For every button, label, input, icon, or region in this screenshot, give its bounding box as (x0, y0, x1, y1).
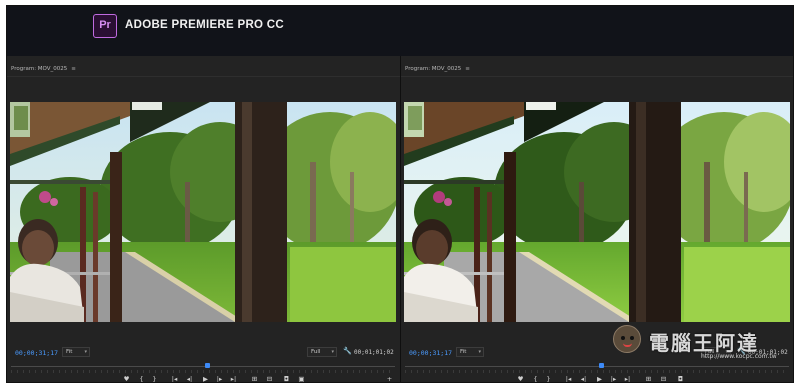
playhead-timecode[interactable]: 00;00;31;17 (15, 349, 58, 357)
go-to-in-button[interactable]: |◂ (564, 375, 573, 382)
export-frame-button[interactable]: ◘ (282, 375, 291, 382)
go-to-out-button[interactable]: ▸| (623, 375, 632, 382)
chevron-down-icon: ▾ (478, 349, 481, 355)
play-button[interactable]: ▶ (595, 375, 604, 382)
panel-tab[interactable]: Program: MOV_0025 ≡ (405, 66, 470, 72)
zoom-fit-value: Fit (66, 349, 73, 355)
playhead-timecode[interactable]: 00;00;31;17 (409, 349, 452, 357)
watermark-text: 電腦王阿達 (649, 331, 759, 355)
zoom-fit-select[interactable]: Fit ▾ (62, 347, 90, 357)
mark-out-button[interactable]: } (150, 375, 159, 382)
video-frame (10, 102, 396, 322)
compare-view-button[interactable]: ▣ (297, 375, 306, 382)
video-frame (404, 102, 790, 322)
scrub-bar[interactable] (11, 363, 395, 368)
add-marker-button[interactable]: ♥ (122, 375, 131, 382)
timecode-bar: 00;00;31;17 Fit ▾ Full ▾ 🔧 00;01;01;02 (7, 346, 400, 360)
playhead-icon[interactable] (598, 363, 604, 368)
app-title: ADOBE PREMIERE PRO CC (125, 19, 285, 31)
app-header: Pr ADOBE PREMIERE PRO CC (7, 6, 793, 56)
mascot-mouth (623, 343, 632, 347)
zoom-fit-select[interactable]: Fit ▾ (456, 347, 484, 357)
playhead-icon[interactable] (204, 363, 210, 368)
panel-menu-icon[interactable]: ≡ (465, 66, 470, 72)
scrub-ticks (11, 370, 395, 373)
mascot-eye (630, 336, 634, 340)
export-frame-button[interactable]: ◘ (676, 375, 685, 382)
insert-button[interactable]: ⊞ (250, 375, 259, 382)
chevron-down-icon: ▾ (84, 349, 87, 355)
watermark: 電腦王阿達 http://www.kocpc.com.tw (605, 323, 793, 363)
mark-out-button[interactable]: } (544, 375, 553, 382)
go-to-out-button[interactable]: ▸| (229, 375, 238, 382)
insert-button[interactable]: ⊞ (644, 375, 653, 382)
playback-resolution-select[interactable]: Full ▾ (307, 347, 337, 357)
video-frame-image (404, 102, 790, 322)
scrub-track[interactable] (11, 366, 395, 367)
overwrite-button[interactable]: ⊟ (659, 375, 668, 382)
program-monitor-left: Program: MOV_0025 ≡ 00;00;31;17 Fit ▾ Fu… (7, 56, 401, 382)
scrub-bar[interactable] (405, 363, 789, 368)
transport-controls: ♥ { } |◂ ◂| ▶ |▸ ▸| ⊞ ⊟ ◘ ▣ + (7, 375, 400, 382)
playback-resolution-value: Full (311, 349, 321, 355)
divider (7, 76, 400, 77)
panel-tab-label: Program: MOV_0025 (405, 66, 462, 72)
button-editor-button[interactable]: + (385, 375, 394, 382)
video-frame-image (10, 102, 396, 322)
panel-menu-icon[interactable]: ≡ (71, 66, 76, 72)
mascot-eye (621, 336, 625, 340)
play-button[interactable]: ▶ (201, 375, 210, 382)
step-forward-button[interactable]: |▸ (215, 375, 224, 382)
add-marker-button[interactable]: ♥ (516, 375, 525, 382)
mark-in-button[interactable]: { (137, 375, 146, 382)
transport-controls: ♥ { } |◂ ◂| ▶ |▸ ▸| ⊞ ⊟ ◘ (401, 375, 793, 382)
scrub-ticks (405, 370, 789, 373)
panel-tab[interactable]: Program: MOV_0025 ≡ (11, 66, 76, 72)
screenshot-frame: Pr ADOBE PREMIERE PRO CC Program: MOV_00… (6, 5, 794, 383)
go-to-in-button[interactable]: |◂ (170, 375, 179, 382)
step-back-button[interactable]: ◂| (185, 375, 194, 382)
divider (401, 76, 793, 77)
premiere-logo-icon: Pr (93, 14, 117, 38)
mark-in-button[interactable]: { (531, 375, 540, 382)
zoom-fit-value: Fit (460, 349, 467, 355)
watermark-url: http://www.kocpc.com.tw (701, 353, 777, 360)
mascot-logo-icon (613, 325, 641, 353)
chevron-down-icon: ▾ (331, 349, 334, 355)
scrub-track[interactable] (405, 366, 789, 367)
duration-timecode: 00;01;01;02 (354, 349, 394, 356)
wrench-icon[interactable]: 🔧 (343, 347, 352, 355)
step-forward-button[interactable]: |▸ (609, 375, 618, 382)
panel-tab-label: Program: MOV_0025 (11, 66, 68, 72)
step-back-button[interactable]: ◂| (579, 375, 588, 382)
overwrite-button[interactable]: ⊟ (265, 375, 274, 382)
